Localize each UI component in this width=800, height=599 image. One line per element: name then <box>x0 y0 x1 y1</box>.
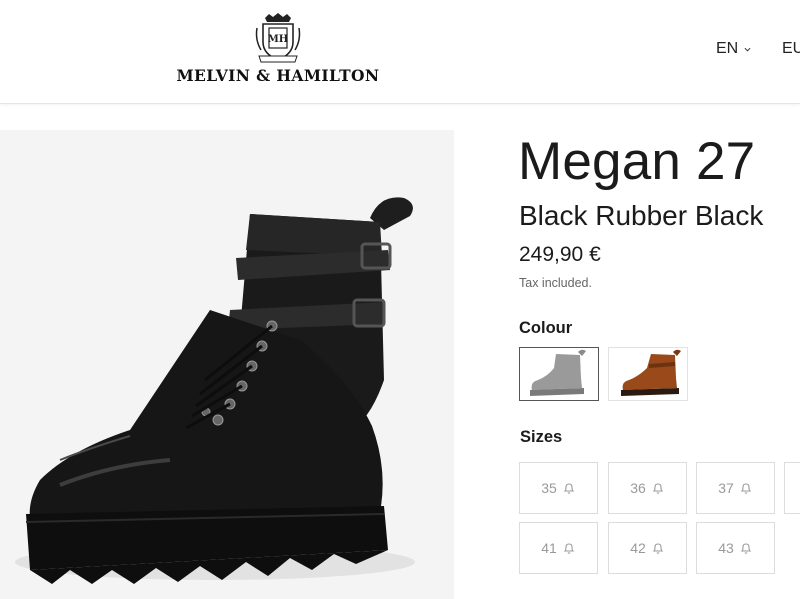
size-value: 43 <box>718 540 734 556</box>
sizes-label: Sizes <box>520 428 563 446</box>
product-title: Megan 27 <box>518 132 756 191</box>
brand-name: MELVIN & HAMILTON <box>176 66 380 85</box>
size-option-41[interactable]: 41 <box>519 522 598 574</box>
language-selector[interactable]: EN <box>716 38 751 60</box>
product-image[interactable] <box>0 130 454 599</box>
bell-icon <box>740 483 752 494</box>
black-boot-image <box>15 197 415 584</box>
svg-text:MH: MH <box>268 34 289 45</box>
size-option-43[interactable]: 43 <box>696 522 775 574</box>
size-value: 36 <box>630 480 646 496</box>
size-option-36[interactable]: 36 <box>608 462 687 514</box>
size-value: 37 <box>718 480 734 496</box>
colour-swatch-black[interactable] <box>519 347 599 401</box>
product-colour-name: Black Rubber Black <box>519 200 764 231</box>
size-option-partial[interactable] <box>784 462 800 514</box>
language-value: EN <box>716 40 739 57</box>
tax-note: Tax included. <box>519 276 592 290</box>
boot-thumbnail-grey <box>530 349 586 396</box>
size-value: 41 <box>541 540 557 556</box>
bell-icon <box>652 483 664 494</box>
size-option-42[interactable]: 42 <box>608 522 687 574</box>
colour-label: Colour <box>519 319 573 337</box>
site-header: MH MELVIN & HAMILTON EN EU <box>0 0 800 104</box>
boot-thumbnail-cognac <box>621 349 681 396</box>
product-price: 249,90 € <box>519 243 601 266</box>
crest-logo-icon: MH <box>255 13 301 63</box>
bell-icon <box>563 483 575 494</box>
size-option-35[interactable]: 35 <box>519 462 598 514</box>
bell-icon <box>563 543 575 554</box>
size-value: 42 <box>630 540 646 556</box>
bell-icon <box>652 543 664 554</box>
size-value: 35 <box>541 480 557 496</box>
currency-selector[interactable]: EU <box>782 38 800 60</box>
bell-icon <box>740 543 752 554</box>
brand-logo-link[interactable]: MH MELVIN & HAMILTON <box>170 12 386 88</box>
chevron-down-icon <box>744 47 751 52</box>
size-option-37[interactable]: 37 <box>696 462 775 514</box>
colour-swatch-cognac[interactable] <box>608 347 688 401</box>
